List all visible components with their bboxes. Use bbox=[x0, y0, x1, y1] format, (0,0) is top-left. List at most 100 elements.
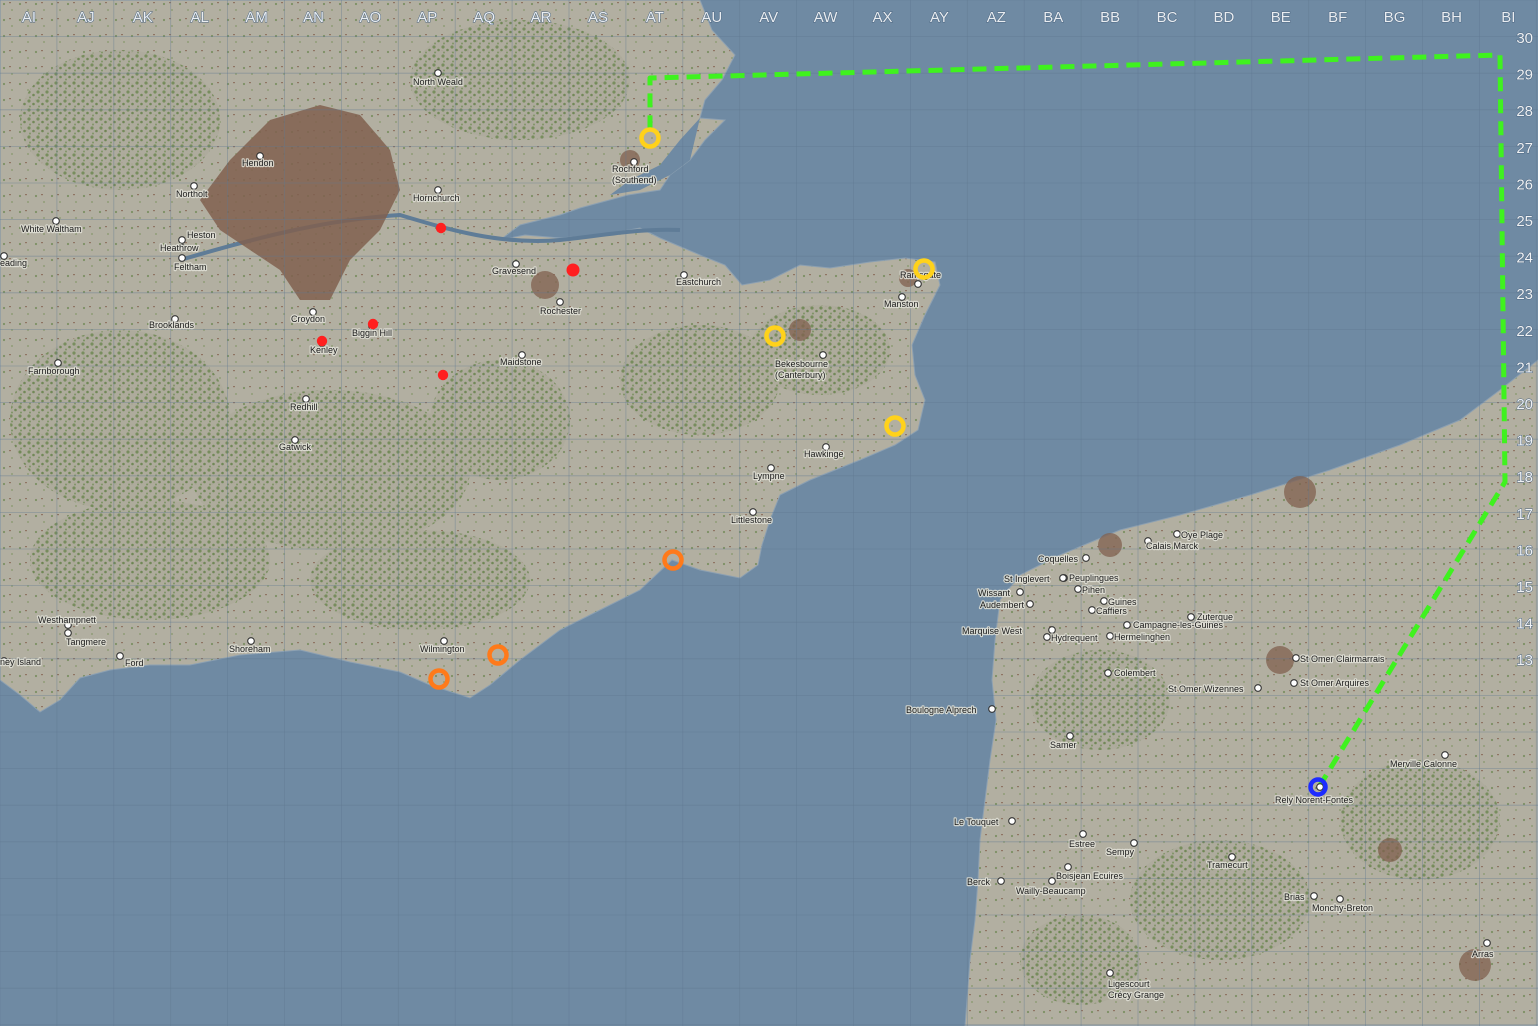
place-label: Arras bbox=[1472, 949, 1494, 959]
target-marker-icon[interactable] bbox=[437, 369, 449, 381]
place-dot-icon bbox=[1016, 588, 1024, 596]
grid-row-label: 26 bbox=[1516, 176, 1533, 193]
grid-row-label: 17 bbox=[1516, 506, 1533, 523]
place-label: Northolt bbox=[176, 189, 208, 199]
place-label: Monchy-Breton bbox=[1312, 903, 1373, 913]
grid-row-label: 22 bbox=[1516, 323, 1533, 340]
grid-row-label: 18 bbox=[1516, 469, 1533, 486]
place-label: Rochester bbox=[540, 306, 581, 316]
place-label: Rely Norent-Fontes bbox=[1275, 795, 1354, 805]
grid-row-label: 24 bbox=[1516, 250, 1533, 267]
place-dot-icon bbox=[1336, 895, 1344, 903]
place-dot-icon bbox=[1483, 939, 1491, 947]
target-marker-icon[interactable] bbox=[566, 263, 580, 277]
place-label: Boulogne Alprech bbox=[906, 705, 977, 715]
place-dot-icon bbox=[1064, 863, 1072, 871]
grid-column-label: AX bbox=[872, 9, 892, 26]
place-label: Biggin Hill bbox=[352, 328, 392, 338]
grid-column-label: AZ bbox=[987, 9, 1006, 26]
grid-column-label: AU bbox=[701, 9, 722, 26]
grid-column-label: BG bbox=[1384, 9, 1406, 26]
grid-column-label: AM bbox=[245, 9, 268, 26]
grid-row-label: 16 bbox=[1516, 542, 1533, 559]
target-marker-icon[interactable] bbox=[367, 318, 379, 330]
grid-row-label: 20 bbox=[1516, 396, 1533, 413]
place-label: Shoreham bbox=[229, 644, 271, 654]
grid-column-label: AQ bbox=[473, 9, 495, 26]
place: ney Island bbox=[0, 656, 42, 668]
place-label: Wailly-Beaucamp bbox=[1016, 886, 1086, 896]
place-label: Sempy bbox=[1106, 847, 1135, 857]
place-label: Farnborough bbox=[28, 366, 80, 376]
place-label: Hydrequent bbox=[1051, 633, 1098, 643]
place-dot-icon bbox=[434, 69, 442, 77]
place-label: Berck bbox=[967, 877, 991, 887]
grid-column-label: AO bbox=[360, 9, 382, 26]
place-dot-icon bbox=[1106, 632, 1114, 640]
grid-column-label: AN bbox=[303, 9, 324, 26]
place-label: Tangmere bbox=[66, 637, 106, 647]
place-dot-icon bbox=[1088, 606, 1096, 614]
grid-row-label: 27 bbox=[1516, 140, 1533, 157]
target-marker-icon[interactable] bbox=[316, 335, 328, 347]
place-dot-icon bbox=[1026, 600, 1034, 608]
place-dot-icon bbox=[1123, 621, 1131, 629]
place-label: Wilmington bbox=[420, 644, 465, 654]
grid-column-label: BE bbox=[1271, 9, 1291, 26]
place-label: St Inglevert bbox=[1004, 574, 1050, 584]
map-canvas[interactable]: AI AJ AK AL AM AN AO AP AQ AR AS AT AU AV AW AX AY AZ BA BB… bbox=[0, 0, 1538, 1026]
grid-column-label: AY bbox=[930, 9, 949, 26]
place-label: Hendon bbox=[242, 158, 274, 168]
place: Oye Plage bbox=[1173, 529, 1224, 541]
grid-column-label: BA bbox=[1043, 9, 1063, 26]
place-dot-icon bbox=[1441, 751, 1449, 759]
place-label: Feltham bbox=[174, 262, 207, 272]
place-label: Croydon bbox=[291, 314, 325, 324]
place-label: Heston bbox=[187, 230, 216, 240]
place-label: (Southend) bbox=[612, 175, 657, 185]
place-label: Manston bbox=[884, 299, 919, 309]
grid-column-label: BI bbox=[1501, 9, 1515, 26]
place-label: Gatwick bbox=[279, 442, 312, 452]
grid-row-label: 19 bbox=[1516, 433, 1533, 450]
place-dot-icon bbox=[116, 652, 124, 660]
place-dot-icon bbox=[1066, 732, 1074, 740]
place-dot-icon bbox=[1048, 877, 1056, 885]
place: St Omer Clairmarrais bbox=[1292, 653, 1386, 665]
place-label: Ford bbox=[125, 658, 144, 668]
place-label: Boisjean Ecuires bbox=[1056, 871, 1124, 881]
place-dot-icon bbox=[988, 705, 996, 713]
place-label: Audembert bbox=[980, 600, 1025, 610]
place-label: Maidstone bbox=[500, 357, 542, 367]
place-label: Heathrow bbox=[160, 243, 199, 253]
grid-column-label: AR bbox=[531, 9, 552, 26]
grid-column-label: AL bbox=[191, 9, 209, 26]
place-label: Merville Calonne bbox=[1390, 759, 1457, 769]
grid-column-label: AT bbox=[646, 9, 664, 26]
grid-column-label: AW bbox=[814, 9, 838, 26]
place-dot-icon bbox=[1310, 892, 1318, 900]
place-dot-icon bbox=[1254, 684, 1262, 692]
place-label: North Weald bbox=[413, 77, 463, 87]
place-label: Bekesbourne bbox=[775, 359, 828, 369]
grid-column-label: BD bbox=[1213, 9, 1234, 26]
grid-column-label: BH bbox=[1441, 9, 1462, 26]
place-label: Samer bbox=[1050, 740, 1077, 750]
target-marker-icon[interactable] bbox=[435, 222, 447, 234]
place-label: St Omer Wizennes bbox=[1168, 684, 1244, 694]
place-label: Rochford bbox=[612, 164, 649, 174]
place-label: ney Island bbox=[0, 657, 41, 667]
place-label: Brias bbox=[1284, 892, 1305, 902]
place: Hermelinghen bbox=[1106, 631, 1171, 643]
place-label: Littlestone bbox=[731, 515, 772, 525]
grid-row-label: 14 bbox=[1516, 616, 1533, 633]
place-label: Lympne bbox=[753, 471, 785, 481]
place-label: Campagne-les-Guines bbox=[1133, 620, 1224, 630]
place-dot-icon bbox=[914, 280, 922, 288]
grid-row-label: 30 bbox=[1516, 30, 1533, 47]
grid-column-label: BB bbox=[1100, 9, 1120, 26]
place-label: Colembert bbox=[1114, 668, 1156, 678]
place-dot-icon bbox=[1290, 679, 1298, 687]
place: St Omer Arquires bbox=[1290, 677, 1371, 689]
place-label: Crécy Grange bbox=[1108, 990, 1164, 1000]
